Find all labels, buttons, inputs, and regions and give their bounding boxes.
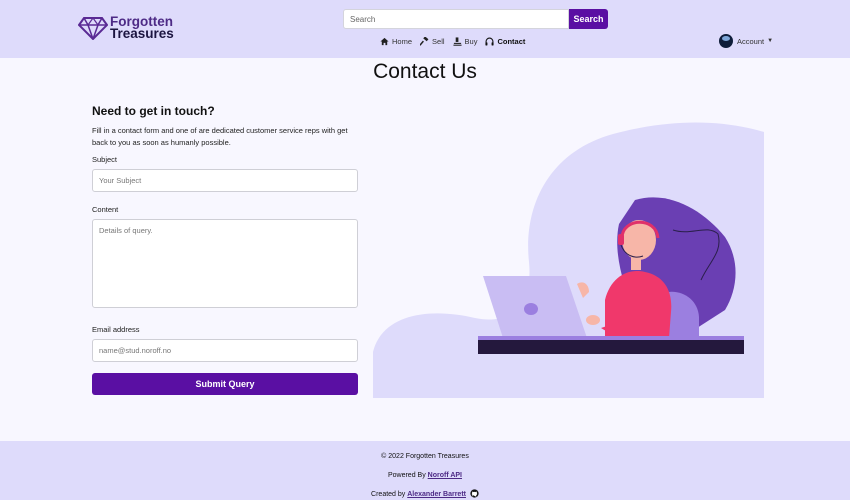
hammer-icon bbox=[420, 37, 429, 46]
content-label: Content bbox=[92, 205, 119, 214]
nav-label-contact: Contact bbox=[497, 37, 526, 46]
site-footer: © 2022 Forgotten Treasures Powered By No… bbox=[0, 441, 850, 500]
nav-label-buy: Buy bbox=[464, 37, 478, 46]
account-menu[interactable]: Account ▼ bbox=[719, 34, 773, 48]
subject-label: Subject bbox=[92, 155, 118, 164]
created-by-prefix: Created by bbox=[371, 491, 408, 498]
subject-input[interactable] bbox=[92, 169, 358, 192]
email-input[interactable] bbox=[92, 339, 358, 362]
search-bar: Search bbox=[343, 9, 608, 29]
diamond-icon bbox=[78, 16, 108, 40]
brand-name-line2: Treasures bbox=[110, 26, 174, 41]
form-description: Fill in a contact form and one of are de… bbox=[92, 126, 348, 147]
content-textarea[interactable] bbox=[92, 219, 358, 308]
avatar bbox=[719, 34, 733, 48]
home-icon bbox=[380, 37, 389, 46]
author-link[interactable]: Alexander Barrett bbox=[407, 491, 466, 498]
github-icon[interactable] bbox=[470, 489, 479, 498]
nav-item-home[interactable]: Home bbox=[380, 37, 412, 46]
search-button[interactable]: Search bbox=[569, 9, 608, 29]
powered-by-prefix: Powered By bbox=[387, 472, 428, 479]
nav-item-buy[interactable]: Buy bbox=[452, 37, 478, 46]
page-title: Contact Us bbox=[373, 60, 477, 83]
form-heading: Need to get in touch? bbox=[92, 104, 215, 118]
account-label: Account bbox=[737, 36, 765, 46]
brand-logo[interactable]: Forgotten Treasures bbox=[78, 15, 174, 41]
powered-by-line: Powered By Noroff API bbox=[0, 472, 850, 479]
brand-name: Forgotten Treasures bbox=[110, 15, 174, 41]
noroff-api-link[interactable]: Noroff API bbox=[428, 472, 462, 479]
headphones-icon bbox=[485, 37, 495, 46]
caret-down-icon: ▼ bbox=[767, 38, 774, 44]
auction-icon bbox=[452, 37, 462, 46]
search-input[interactable] bbox=[343, 9, 569, 29]
site-header: Forgotten Treasures Search Home Sell Buy… bbox=[0, 0, 850, 58]
illustration-desk bbox=[478, 340, 744, 354]
nav-item-sell[interactable]: Sell bbox=[420, 37, 445, 46]
created-by-line: Created by Alexander Barrett bbox=[0, 489, 850, 498]
nav-label-sell: Sell bbox=[432, 37, 445, 46]
copyright-text: © 2022 Forgotten Treasures bbox=[381, 453, 469, 460]
illustration-hand-left bbox=[586, 315, 600, 325]
submit-query-button[interactable]: Submit Query bbox=[92, 373, 358, 395]
main-nav: Home Sell Buy Contact bbox=[380, 37, 533, 46]
nav-item-contact[interactable]: Contact bbox=[485, 37, 525, 46]
nav-label-home: Home bbox=[392, 37, 413, 46]
customer-support-illustration bbox=[373, 122, 764, 398]
email-label: Email address bbox=[92, 325, 140, 334]
contact-form: Need to get in touch? Fill in a contact … bbox=[92, 104, 358, 395]
